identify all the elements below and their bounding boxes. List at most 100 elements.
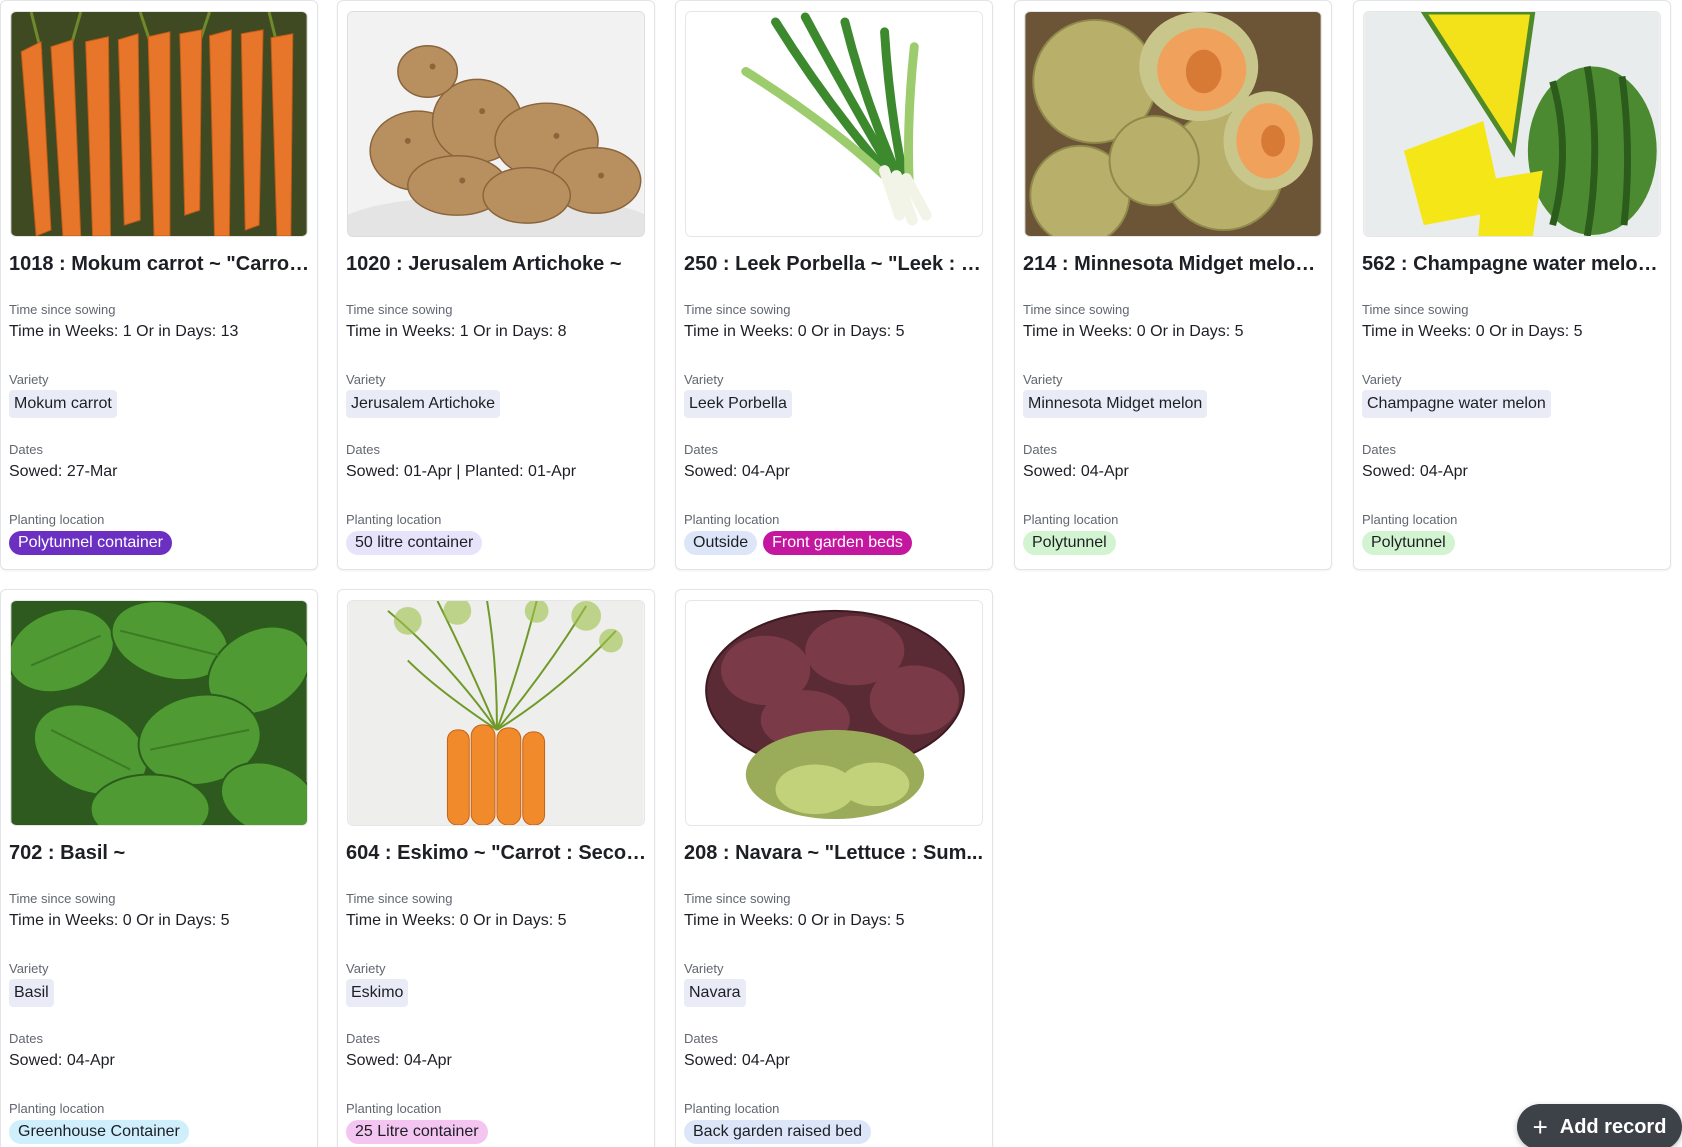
record-title: 214 : Minnesota Midget melon ... (1023, 253, 1325, 275)
variety-label: Variety (346, 961, 386, 976)
dates-label: Dates (684, 1031, 718, 1046)
record-photo (685, 11, 983, 237)
record-card[interactable]: 208 : Navara ~ "Lettuce : Sum... Time si… (675, 589, 993, 1147)
carrots-icon (11, 12, 307, 236)
location-chip[interactable]: 25 Litre container (346, 1120, 488, 1144)
record-card[interactable]: 250 : Leek Porbella ~ "Leek : M... Time … (675, 0, 993, 570)
time-label: Time since sowing (1362, 302, 1469, 317)
location-chip[interactable]: Polytunnel (1362, 531, 1455, 555)
location-chips: Polytunnel container (9, 531, 172, 555)
location-chip[interactable]: Greenhouse Container (9, 1120, 189, 1144)
variety-chips: Mokum carrot (9, 390, 117, 418)
location-chips: Polytunnel (1023, 531, 1116, 555)
record-title: 604 : Eskimo ~ "Carrot : Secon... (346, 842, 648, 864)
variety-label: Variety (684, 961, 724, 976)
leek-icon (686, 12, 982, 236)
dates-label: Dates (684, 442, 718, 457)
variety-chips: Navara (684, 979, 746, 1007)
dates-label: Dates (9, 442, 43, 457)
time-label: Time since sowing (346, 891, 453, 906)
location-chips: Back garden raised bed (684, 1120, 871, 1144)
variety-label: Variety (1362, 372, 1402, 387)
location-label: Planting location (684, 1101, 780, 1116)
record-title: 208 : Navara ~ "Lettuce : Sum... (684, 842, 984, 864)
location-chip[interactable]: Polytunnel container (9, 531, 172, 555)
location-chips: Outside Front garden beds (684, 531, 912, 555)
location-chip[interactable]: Back garden raised bed (684, 1120, 871, 1144)
dates-value: Sowed: 04-Apr (346, 1052, 452, 1069)
dates-value: Sowed: 27-Mar (9, 463, 118, 480)
location-chip[interactable]: Polytunnel (1023, 531, 1116, 555)
variety-label: Variety (684, 372, 724, 387)
carrot-bunch-icon (348, 601, 644, 825)
variety-label: Variety (9, 961, 49, 976)
variety-chip[interactable]: Navara (684, 979, 746, 1007)
record-gallery: 1018 : Mokum carrot ~ "Carrot ... Time s… (0, 0, 1682, 1147)
variety-chip[interactable]: Leek Porbella (684, 390, 792, 418)
variety-chip[interactable]: Champagne water melon (1362, 390, 1551, 418)
record-card[interactable]: 562 : Champagne water melon ... Time sin… (1353, 0, 1671, 570)
watermelon-icon (1364, 12, 1660, 236)
add-record-label: Add record (1559, 1115, 1667, 1138)
dates-label: Dates (1023, 442, 1057, 457)
location-label: Planting location (1362, 512, 1458, 527)
record-title: 562 : Champagne water melon ... (1362, 253, 1664, 275)
variety-chips: Jerusalem Artichoke (346, 390, 501, 418)
record-card[interactable]: 1020 : Jerusalem Artichoke ~ Time since … (337, 0, 655, 570)
time-value: Time in Weeks: 0 Or in Days: 5 (9, 912, 230, 929)
record-card[interactable]: 1018 : Mokum carrot ~ "Carrot ... Time s… (0, 0, 318, 570)
time-label: Time since sowing (684, 302, 791, 317)
dates-value: Sowed: 04-Apr (9, 1052, 115, 1069)
variety-chips: Basil (9, 979, 54, 1007)
location-label: Planting location (684, 512, 780, 527)
record-card[interactable]: 214 : Minnesota Midget melon ... Time si… (1014, 0, 1332, 570)
basil-icon (11, 601, 307, 825)
location-chips: Polytunnel (1362, 531, 1455, 555)
dates-value: Sowed: 04-Apr (684, 1052, 790, 1069)
location-chips: 50 litre container (346, 531, 483, 555)
record-photo (10, 600, 308, 826)
dates-label: Dates (9, 1031, 43, 1046)
location-label: Planting location (9, 1101, 105, 1116)
time-label: Time since sowing (9, 302, 116, 317)
record-title: 1018 : Mokum carrot ~ "Carrot ... (9, 253, 311, 275)
record-photo (1363, 11, 1661, 237)
time-value: Time in Weeks: 1 Or in Days: 13 (9, 323, 239, 340)
dates-label: Dates (346, 1031, 380, 1046)
dates-label: Dates (346, 442, 380, 457)
variety-chip[interactable]: Mokum carrot (9, 390, 117, 418)
time-value: Time in Weeks: 0 Or in Days: 5 (346, 912, 567, 929)
add-record-button[interactable]: + Add record (1517, 1104, 1682, 1147)
record-title: 702 : Basil ~ (9, 842, 126, 864)
variety-chip[interactable]: Eskimo (346, 979, 409, 1007)
location-chip[interactable]: 50 litre container (346, 531, 483, 555)
time-label: Time since sowing (9, 891, 116, 906)
time-value: Time in Weeks: 0 Or in Days: 5 (684, 323, 905, 340)
record-card[interactable]: 604 : Eskimo ~ "Carrot : Secon... Time s… (337, 589, 655, 1147)
variety-chip[interactable]: Basil (9, 979, 54, 1007)
artichoke-icon (348, 12, 644, 236)
time-value: Time in Weeks: 0 Or in Days: 5 (1023, 323, 1244, 340)
location-chip[interactable]: Outside (684, 531, 758, 555)
record-photo (685, 600, 983, 826)
time-label: Time since sowing (684, 891, 791, 906)
record-card[interactable]: 702 : Basil ~ Time since sowing Time in … (0, 589, 318, 1147)
dates-label: Dates (1362, 442, 1396, 457)
variety-chip[interactable]: Jerusalem Artichoke (346, 390, 501, 418)
time-label: Time since sowing (1023, 302, 1130, 317)
lettuce-icon (686, 601, 982, 825)
variety-chip[interactable]: Minnesota Midget melon (1023, 390, 1208, 418)
record-photo (1024, 11, 1322, 237)
time-value: Time in Weeks: 1 Or in Days: 8 (346, 323, 567, 340)
variety-label: Variety (346, 372, 386, 387)
location-chip[interactable]: Front garden beds (763, 531, 912, 555)
time-value: Time in Weeks: 0 Or in Days: 5 (684, 912, 905, 929)
location-label: Planting location (346, 512, 442, 527)
record-title: 1020 : Jerusalem Artichoke ~ (346, 253, 622, 275)
record-photo (347, 11, 645, 237)
record-title: 250 : Leek Porbella ~ "Leek : M... (684, 253, 986, 275)
dates-value: Sowed: 01-Apr | Planted: 01-Apr (346, 463, 577, 480)
record-photo (10, 11, 308, 237)
location-label: Planting location (9, 512, 105, 527)
record-photo (347, 600, 645, 826)
